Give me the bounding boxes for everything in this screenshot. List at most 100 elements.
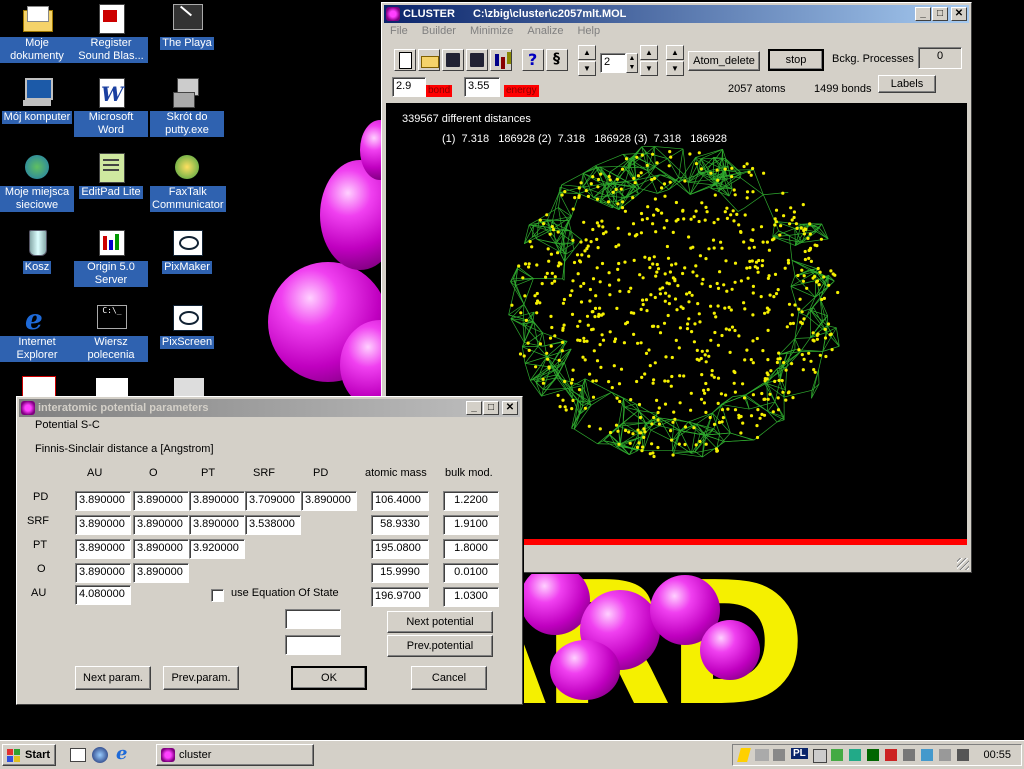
extra-field-2[interactable] xyxy=(285,635,341,655)
start-button[interactable]: Start xyxy=(2,744,56,766)
tray-display-icon[interactable] xyxy=(921,749,933,761)
cancel-button[interactable]: Cancel xyxy=(411,666,487,690)
ok-button[interactable]: OK xyxy=(291,666,367,690)
save-button[interactable] xyxy=(442,49,464,71)
menu-analize[interactable]: Analize xyxy=(527,25,563,43)
param-field[interactable]: 3.890000 xyxy=(189,491,245,511)
spin-small-button[interactable]: ▲▼ xyxy=(626,53,638,73)
desktop-icon-faxtalk[interactable]: FaxTalk Communicator xyxy=(150,151,224,212)
desktop-icon-origin-server[interactable]: Origin 5.0 Server xyxy=(74,226,148,287)
cluster-title-bar[interactable]: CLUSTER C:\zbig\cluster\c2057mlt.MOL _ □… xyxy=(384,5,969,23)
param-field[interactable]: 3.709000 xyxy=(245,491,301,511)
language-indicator[interactable]: PL xyxy=(791,748,808,759)
param-field[interactable]: 3.890000 xyxy=(75,515,131,535)
desktop-icon-register-sound-blaster[interactable]: Register Sound Blas... xyxy=(74,2,148,63)
chart-button[interactable] xyxy=(490,49,512,71)
tray-network-icon[interactable] xyxy=(755,749,769,761)
tray-printer-icon[interactable] xyxy=(813,749,827,763)
bulk-mod-field[interactable]: 0.0100 xyxy=(443,563,499,583)
desktop-icon-editpad-lite[interactable]: EditPad Lite xyxy=(74,151,148,199)
atomic-mass-field[interactable]: 195.0800 xyxy=(371,539,429,559)
menu-minimize[interactable]: Minimize xyxy=(470,25,513,43)
new-file-button[interactable] xyxy=(394,49,416,71)
maximize-button[interactable]: □ xyxy=(483,401,499,415)
bulk-mod-field[interactable]: 1.2200 xyxy=(443,491,499,511)
atomic-mass-field[interactable]: 15.9990 xyxy=(371,563,429,583)
taskbar-task-cluster[interactable]: cluster xyxy=(156,744,314,766)
spin-down-button[interactable]: ▼ xyxy=(640,61,658,76)
eos-checkbox[interactable] xyxy=(211,589,224,602)
desktop-icon-putty[interactable]: Skrót do putty.exe xyxy=(150,76,224,137)
help-button[interactable]: ? xyxy=(522,49,544,71)
spin-up-button[interactable]: ▲ xyxy=(578,45,596,60)
spin-value-field[interactable]: 2 xyxy=(600,53,626,73)
energy-field[interactable]: 3.55 xyxy=(464,77,500,97)
desktop-icon-my-documents[interactable]: Moje dokumenty xyxy=(0,2,74,63)
desktop-icon-recycle-bin[interactable]: Kosz xyxy=(0,226,74,274)
desktop-icon-partial[interactable] xyxy=(174,378,204,398)
param-field[interactable]: 3.890000 xyxy=(133,491,189,511)
param-field[interactable]: 3.890000 xyxy=(133,563,189,583)
bulk-mod-field[interactable]: 1.0300 xyxy=(443,587,499,607)
tray-monitor-icon[interactable] xyxy=(849,749,861,761)
prev-potential-button[interactable]: Prev.potential xyxy=(387,635,493,657)
atomic-mass-field[interactable]: 196.9700 xyxy=(371,587,429,607)
bulk-mod-field[interactable]: 1.9100 xyxy=(443,515,499,535)
tray-antivirus-icon[interactable] xyxy=(831,749,843,761)
menu-builder[interactable]: Builder xyxy=(422,25,456,43)
param-field[interactable]: 3.890000 xyxy=(189,515,245,535)
tray-shield-icon[interactable] xyxy=(867,749,879,761)
desktop-icon-microsoft-word[interactable]: W Microsoft Word xyxy=(74,76,148,137)
tray-disconnect-icon[interactable] xyxy=(939,749,951,761)
desktop-icon-pixscreen[interactable]: PixScreen xyxy=(150,301,224,349)
spin-up-button[interactable]: ▲ xyxy=(640,45,658,60)
param-field[interactable]: 3.920000 xyxy=(189,539,245,559)
next-potential-button[interactable]: Next potential xyxy=(387,611,493,633)
atomic-mass-field[interactable]: 58.9330 xyxy=(371,515,429,535)
atom-delete-button[interactable]: Atom_delete xyxy=(688,51,760,71)
desktop-icon-network-places[interactable]: Moje miejsca sieciowe xyxy=(0,151,74,212)
atomic-mass-field[interactable]: 106.4000 xyxy=(371,491,429,511)
tray-bolt-icon[interactable] xyxy=(737,748,751,762)
bulk-mod-field[interactable]: 1.8000 xyxy=(443,539,499,559)
spin-down-button[interactable]: ▼ xyxy=(666,61,684,76)
outlook-icon[interactable] xyxy=(92,747,108,763)
resize-grip-icon[interactable] xyxy=(957,558,969,570)
spin-up-button[interactable]: ▲ xyxy=(666,45,684,60)
menu-help[interactable]: Help xyxy=(577,25,600,43)
tray-app-icon[interactable] xyxy=(885,749,897,761)
close-button[interactable]: ✕ xyxy=(951,7,967,21)
param-field[interactable]: 3.890000 xyxy=(75,491,131,511)
desktop-icon-my-computer[interactable]: Mój komputer xyxy=(0,76,74,124)
prev-param-button[interactable]: Prev.param. xyxy=(163,666,239,690)
minimize-button[interactable]: _ xyxy=(466,401,482,415)
context-help-button[interactable]: § xyxy=(546,49,568,71)
param-field[interactable]: 3.890000 xyxy=(133,539,189,559)
param-field[interactable]: 3.890000 xyxy=(75,563,131,583)
minimize-button[interactable]: _ xyxy=(915,7,931,21)
tray-pen-icon[interactable] xyxy=(903,749,915,761)
desktop-icon-command-prompt[interactable]: C:\_ Wiersz polecenia xyxy=(74,301,148,362)
desktop-icon-internet-explorer[interactable]: e Internet Explorer xyxy=(0,301,74,362)
menu-file[interactable]: File xyxy=(390,25,408,43)
save-as-button[interactable] xyxy=(466,49,488,71)
param-field[interactable]: 3.538000 xyxy=(245,515,301,535)
internet-explorer-icon[interactable]: e xyxy=(116,743,127,764)
close-button[interactable]: ✕ xyxy=(502,401,518,415)
next-param-button[interactable]: Next param. xyxy=(75,666,151,690)
param-field[interactable]: 4.080000 xyxy=(75,585,131,605)
open-button[interactable] xyxy=(418,49,440,71)
bond-field[interactable]: 2.9 xyxy=(392,77,426,97)
desktop-icon-the-playa[interactable]: The Playa xyxy=(150,2,224,50)
spin-down-button[interactable]: ▼ xyxy=(578,61,596,76)
tray-speaker-icon[interactable] xyxy=(773,749,785,761)
labels-button[interactable]: Labels xyxy=(878,75,936,93)
desktop-icon-pixmaker[interactable]: PixMaker xyxy=(150,226,224,274)
dialog-title-bar[interactable]: interatomic potential parameters _ □ ✕ xyxy=(19,399,520,417)
param-field[interactable]: 3.890000 xyxy=(75,539,131,559)
stop-button[interactable]: stop xyxy=(768,49,824,71)
param-field[interactable]: 3.890000 xyxy=(301,491,357,511)
show-desktop-icon[interactable] xyxy=(70,748,86,762)
extra-field-1[interactable] xyxy=(285,609,341,629)
param-field[interactable]: 3.890000 xyxy=(133,515,189,535)
